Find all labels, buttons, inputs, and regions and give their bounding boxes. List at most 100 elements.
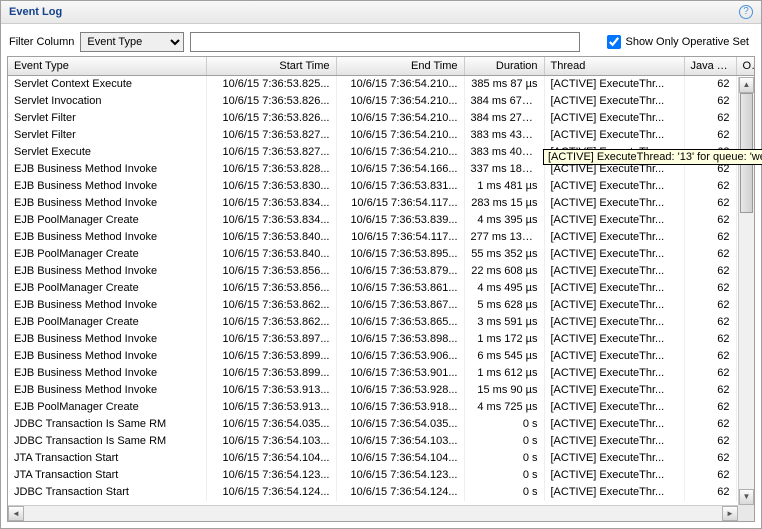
cell-event-type: Servlet Filter xyxy=(8,110,206,127)
cell-java-thread: 62 xyxy=(684,365,736,382)
cell-duration: 4 ms 395 µs xyxy=(464,212,544,229)
table-row[interactable]: EJB PoolManager Create10/6/15 7:36:53.85… xyxy=(8,280,754,297)
cell-end-time: 10/6/15 7:36:54.166... xyxy=(336,161,464,178)
scroll-left-button[interactable]: ◄ xyxy=(8,506,24,521)
table-row[interactable]: Servlet Context Execute10/6/15 7:36:53.8… xyxy=(8,76,754,93)
cell-java-thread: 62 xyxy=(684,348,736,365)
table-row[interactable]: EJB Business Method Invoke10/6/15 7:36:5… xyxy=(8,297,754,314)
table-row[interactable]: JTA Transaction Start 10/6/15 7:36:54.104… xyxy=(8,450,754,467)
table-row[interactable]: EJB PoolManager Create10/6/15 7:36:53.86… xyxy=(8,314,754,331)
cell-duration: 337 ms 185 µs xyxy=(464,161,544,178)
table-row[interactable]: Servlet Filter10/6/15 7:36:53.827...10/6… xyxy=(8,127,754,144)
cell-duration: 1 ms 172 µs xyxy=(464,331,544,348)
cell-duration: 15 ms 90 µs xyxy=(464,382,544,399)
cell-thread: [ACTIVE] ExecuteThr... xyxy=(544,416,684,433)
scroll-right-button[interactable]: ► xyxy=(722,506,738,521)
cell-start-time: 10/6/15 7:36:53.828... xyxy=(206,161,336,178)
cell-event-type: EJB PoolManager Create xyxy=(8,280,206,297)
panel-title: Event Log xyxy=(9,6,62,18)
cell-start-time: 10/6/15 7:36:54.123... xyxy=(206,467,336,484)
col-os[interactable]: OS xyxy=(736,57,754,76)
show-only-operative-checkbox[interactable]: Show Only Operative Set xyxy=(607,35,753,49)
cell-duration: 277 ms 135 µs xyxy=(464,229,544,246)
table-row[interactable]: EJB Business Method Invoke10/6/15 7:36:5… xyxy=(8,178,754,195)
cell-duration: 5 ms 628 µs xyxy=(464,297,544,314)
cell-end-time: 10/6/15 7:36:54.210... xyxy=(336,110,464,127)
cell-end-time: 10/6/15 7:36:54.103... xyxy=(336,433,464,450)
cell-end-time: 10/6/15 7:36:54.210... xyxy=(336,76,464,93)
cell-thread: [ACTIVE] ExecuteThr... xyxy=(544,246,684,263)
table-row[interactable]: EJB PoolManager Create10/6/15 7:36:53.84… xyxy=(8,246,754,263)
cell-start-time: 10/6/15 7:36:53.840... xyxy=(206,246,336,263)
cell-java-thread: 62 xyxy=(684,399,736,416)
table-row[interactable]: EJB Business Method Invoke10/6/15 7:36:5… xyxy=(8,263,754,280)
cell-end-time: 10/6/15 7:36:53.895... xyxy=(336,246,464,263)
title-bar: Event Log ? xyxy=(1,1,761,24)
cell-event-type: EJB Business Method Invoke xyxy=(8,331,206,348)
table-row[interactable]: Servlet Filter10/6/15 7:36:53.826...10/6… xyxy=(8,110,754,127)
cell-thread: [ACTIVE] ExecuteThr... xyxy=(544,399,684,416)
cell-start-time: 10/6/15 7:36:53.827... xyxy=(206,144,336,161)
cell-thread: [ACTIVE] ExecuteThr... xyxy=(544,212,684,229)
table-row[interactable]: JDBC Transaction Start10/6/15 7:36:54.12… xyxy=(8,484,754,501)
cell-thread: [ACTIVE] ExecuteThr... xyxy=(544,178,684,195)
filter-column-select[interactable]: Event Type xyxy=(80,32,184,52)
cell-event-type: EJB Business Method Invoke xyxy=(8,229,206,246)
cell-end-time: 10/6/15 7:36:54.210... xyxy=(336,127,464,144)
col-java-thread[interactable]: Java Th... xyxy=(684,57,736,76)
col-event-type[interactable]: Event Type xyxy=(8,57,206,76)
cell-end-time: 10/6/15 7:36:54.117... xyxy=(336,229,464,246)
table-row[interactable]: JDBC Transaction Is Same RM 10/6/15 7:36:… xyxy=(8,433,754,450)
table-row[interactable]: EJB PoolManager Create10/6/15 7:36:53.83… xyxy=(8,212,754,229)
filter-column-label: Filter Column xyxy=(9,36,74,48)
table-row[interactable]: EJB Business Method Invoke 10/6/15 7:36:5… xyxy=(8,229,754,246)
cell-java-thread: 62 xyxy=(684,76,736,93)
filter-row: Filter Column Event Type Show Only Opera… xyxy=(1,24,761,60)
table-row[interactable]: JTA Transaction Start10/6/15 7:36:54.123… xyxy=(8,467,754,484)
col-start-time[interactable]: Start Time xyxy=(206,57,336,76)
cell-start-time: 10/6/15 7:36:53.825... xyxy=(206,76,336,93)
cell-event-type: JDBC Transaction Is Same RM xyxy=(8,433,206,450)
cell-end-time: 10/6/15 7:36:54.117... xyxy=(336,195,464,212)
scroll-down-button[interactable]: ▼ xyxy=(739,489,754,505)
cell-event-type: JTA Transaction Start xyxy=(8,450,206,467)
table-row[interactable]: EJB PoolManager Create10/6/15 7:36:53.91… xyxy=(8,399,754,416)
cell-end-time: 10/6/15 7:36:54.104... xyxy=(336,450,464,467)
cell-java-thread: 62 xyxy=(684,263,736,280)
cell-event-type: JDBC Transaction Start xyxy=(8,484,206,501)
cell-end-time: 10/6/15 7:36:54.123... xyxy=(336,467,464,484)
vertical-scrollbar[interactable]: ▲ ▼ xyxy=(738,77,754,505)
col-thread[interactable]: Thread xyxy=(544,57,684,76)
cell-java-thread: 62 xyxy=(684,467,736,484)
cell-end-time: 10/6/15 7:36:53.861... xyxy=(336,280,464,297)
cell-java-thread: 62 xyxy=(684,297,736,314)
show-only-operative-label: Show Only Operative Set xyxy=(625,36,749,48)
cell-thread: [ACTIVE] ExecuteThr... xyxy=(544,195,684,212)
table-row[interactable]: EJB Business Method Invoke10/6/15 7:36:5… xyxy=(8,348,754,365)
table-row[interactable]: Servlet Invocation10/6/15 7:36:53.826...… xyxy=(8,93,754,110)
table-row[interactable]: EJB Business Method Invoke10/6/15 7:36:5… xyxy=(8,195,754,212)
filter-text-input[interactable] xyxy=(190,32,580,52)
cell-end-time: 10/6/15 7:36:53.906... xyxy=(336,348,464,365)
help-icon[interactable]: ? xyxy=(739,5,753,19)
cell-start-time: 10/6/15 7:36:53.826... xyxy=(206,93,336,110)
cell-start-time: 10/6/15 7:36:53.913... xyxy=(206,382,336,399)
table-row[interactable]: EJB Business Method Invoke10/6/15 7:36:5… xyxy=(8,365,754,382)
cell-start-time: 10/6/15 7:36:53.830... xyxy=(206,178,336,195)
cell-start-time: 10/6/15 7:36:53.897... xyxy=(206,331,336,348)
table-row[interactable]: EJB Business Method Invoke10/6/15 7:36:5… xyxy=(8,382,754,399)
col-end-time[interactable]: End Time xyxy=(336,57,464,76)
cell-java-thread: 62 xyxy=(684,93,736,110)
scroll-up-button[interactable]: ▲ xyxy=(739,77,754,93)
cell-end-time: 10/6/15 7:36:53.867... xyxy=(336,297,464,314)
show-only-operative-input[interactable] xyxy=(607,35,621,49)
cell-duration: 384 ms 671 µs xyxy=(464,93,544,110)
table-row[interactable]: EJB Business Method Invoke10/6/15 7:36:5… xyxy=(8,331,754,348)
col-duration[interactable]: Duration xyxy=(464,57,544,76)
table-header-row: Event Type Start Time End Time Duration … xyxy=(8,57,754,76)
cell-duration: 0 s xyxy=(464,450,544,467)
cell-event-type: EJB Business Method Invoke xyxy=(8,365,206,382)
table-row[interactable]: JDBC Transaction Is Same RM10/6/15 7:36:… xyxy=(8,416,754,433)
horizontal-scrollbar[interactable]: ◄ ► xyxy=(8,505,738,521)
cell-duration: 0 s xyxy=(464,467,544,484)
